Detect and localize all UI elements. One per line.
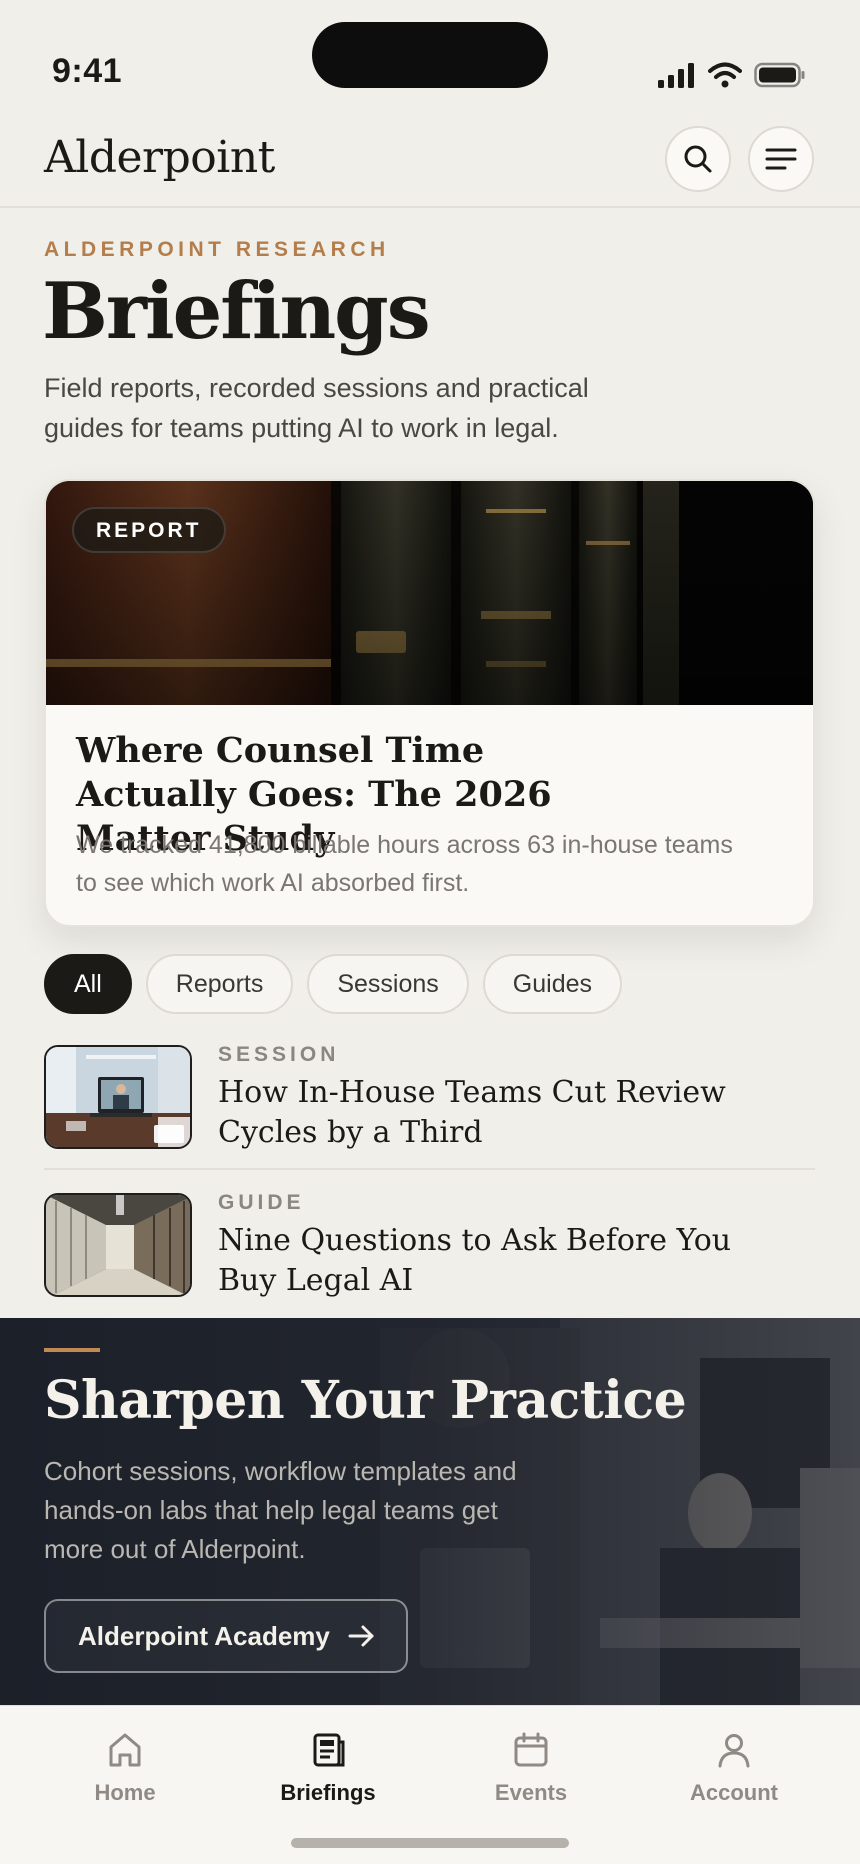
search-icon — [684, 145, 712, 173]
featured-image-law-books: REPORT — [46, 481, 813, 705]
home-icon — [109, 1733, 141, 1767]
tab-account[interactable]: Account — [644, 1730, 824, 1822]
filter-sessions[interactable]: Sessions — [307, 954, 469, 1014]
tab-account-label: Account — [690, 1780, 778, 1805]
page-title: Briefings — [42, 266, 431, 357]
home-indicator[interactable] — [291, 1838, 569, 1848]
tab-briefings-label: Briefings — [280, 1780, 376, 1805]
filter-chips: All Reports Sessions Guides — [44, 954, 623, 1014]
promo-description: Cohort sessions, workflow templates and … — [44, 1456, 517, 1564]
list-item-kind: GUIDE — [218, 1191, 305, 1214]
featured-description: We tracked 41,800 billable hours across … — [76, 831, 733, 897]
menu-button[interactable] — [748, 126, 814, 192]
list-item-title[interactable]: How In-House Teams Cut Review Cycles by … — [218, 1073, 738, 1153]
search-button[interactable] — [665, 126, 731, 192]
cellular-signal-icon — [658, 63, 694, 88]
tab-events-label: Events — [494, 1780, 568, 1805]
list-item-title[interactable]: Nine Questions to Ask Before You Buy Leg… — [218, 1221, 738, 1301]
arrow-right-icon — [348, 1625, 374, 1647]
academy-button[interactable]: Alderpoint Academy — [44, 1599, 408, 1673]
academy-button-label: Alderpoint Academy — [78, 1620, 330, 1651]
account-icon — [718, 1734, 750, 1768]
tab-briefings[interactable]: Briefings — [238, 1730, 418, 1822]
wifi-icon — [708, 62, 742, 88]
promo-accent-rule — [44, 1348, 100, 1352]
brand-logo[interactable]: Alderpoint — [44, 132, 275, 183]
battery-icon — [754, 62, 805, 88]
list-item[interactable]: SESSION How In-House Teams Cut Review Cy… — [44, 1043, 815, 1165]
calendar-icon — [514, 1732, 548, 1767]
status-icons — [658, 62, 806, 88]
status-time: 9:41 — [52, 52, 123, 90]
menu-icon — [765, 148, 797, 170]
tab-events[interactable]: Events — [441, 1730, 621, 1822]
filter-guides[interactable]: Guides — [482, 954, 623, 1014]
thumbnail-video-meeting — [44, 1045, 192, 1149]
filter-all[interactable]: All — [44, 954, 132, 1014]
report-badge: REPORT — [72, 507, 226, 553]
dynamic-island — [312, 22, 548, 88]
featured-report-card[interactable]: REPORT Where Counsel Time Actually Goes:… — [44, 479, 815, 927]
list-divider — [44, 1168, 815, 1170]
tab-home[interactable]: Home — [35, 1730, 215, 1822]
list-item-kind: SESSION — [218, 1043, 340, 1066]
app-header: Alderpoint — [0, 110, 860, 208]
academy-promo: Sharpen Your Practice Cohort sessions, w… — [0, 1318, 860, 1705]
list-item[interactable]: GUIDE Nine Questions to Ask Before You B… — [44, 1191, 815, 1313]
filter-reports[interactable]: Reports — [145, 954, 294, 1014]
briefings-icon — [313, 1733, 345, 1767]
promo-title: Sharpen Your Practice — [44, 1370, 687, 1431]
tab-home-label: Home — [94, 1780, 156, 1805]
page-description: Field reports, recorded sessions and pra… — [44, 373, 589, 443]
thumbnail-archive-shelves — [44, 1193, 192, 1297]
section-eyebrow: ALDERPOINT RESEARCH — [44, 238, 390, 261]
status-bar: 9:41 — [0, 0, 860, 110]
